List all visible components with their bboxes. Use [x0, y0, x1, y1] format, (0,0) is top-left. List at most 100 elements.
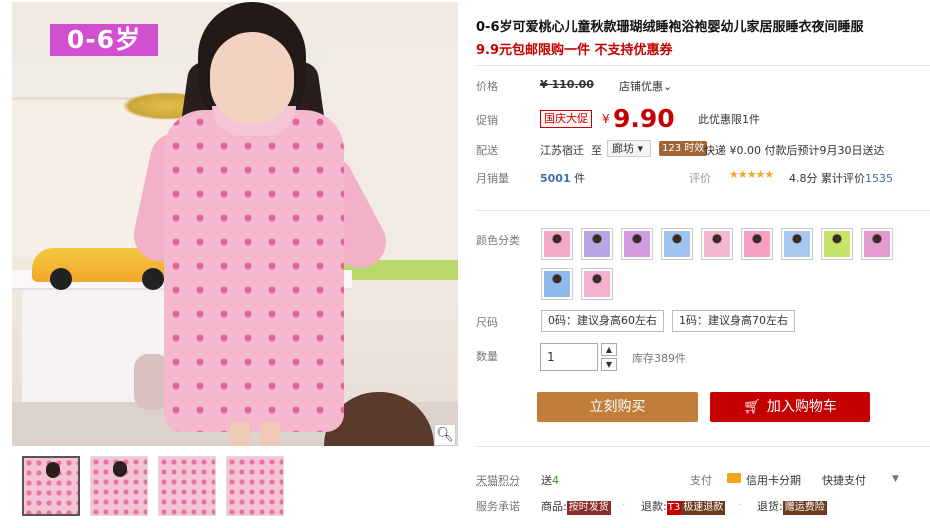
pink-heart-robe: [164, 110, 344, 432]
color-swatch-7[interactable]: [781, 228, 813, 260]
model-girl: [129, 2, 396, 446]
swatch-thumbnail: [864, 231, 890, 257]
thumbnail-1[interactable]: [22, 456, 80, 516]
color-swatch-5[interactable]: [701, 228, 733, 260]
color-swatch-6[interactable]: [741, 228, 773, 260]
model-leg-left: [230, 422, 250, 446]
size-option-1[interactable]: 1码：建议身高70左右: [672, 310, 795, 332]
divider: [476, 446, 930, 447]
color-swatch-list: [541, 228, 930, 300]
ship-to: 至: [591, 144, 602, 157]
reviews-count: 1535: [865, 172, 893, 185]
add-to-cart-label: 加入购物车: [766, 399, 837, 415]
tmall-points-label[interactable]: 天猫积分: [476, 472, 520, 488]
magnifier-icon[interactable]: 🔍︎: [434, 424, 456, 446]
fast-refund-tag[interactable]: 极速退款: [681, 501, 726, 515]
promo-tag: 国庆大促: [540, 110, 592, 128]
on-time-delivery-tag[interactable]: 按时发货: [566, 501, 611, 515]
timed-delivery-badge: 123 时效: [659, 141, 708, 156]
rating-score: 4.8分: [789, 172, 818, 185]
monthly-sales-unit: 件: [574, 172, 586, 185]
color-swatch-4[interactable]: [661, 228, 693, 260]
shipping-insurance-tag[interactable]: 赠运费险: [782, 501, 827, 515]
monthly-sales-count: 5001: [540, 172, 571, 185]
points-value: 4: [552, 474, 559, 487]
main-product-image[interactable]: 0-6岁: [12, 2, 458, 446]
rating-label: 评价: [689, 172, 711, 185]
promo-label: 促销: [476, 114, 498, 127]
t3-icon: T3: [666, 501, 682, 515]
quantity-label: 数量: [476, 350, 498, 363]
thumbnail-head: [46, 462, 60, 478]
points-prefix: 送: [541, 474, 552, 487]
service-refund-label: 退款:: [641, 500, 667, 513]
age-badge: 0-6岁: [50, 24, 158, 56]
add-to-cart-button[interactable]: 🛒︎ 加入购物车: [710, 392, 870, 422]
review-count-link[interactable]: 累计评价1535: [821, 170, 893, 186]
divider: [476, 210, 930, 211]
service-return-label: 退货:: [757, 500, 783, 513]
store-promo-dropdown[interactable]: 店铺优惠⌄: [619, 78, 672, 94]
quick-pay[interactable]: 快捷支付: [822, 472, 866, 488]
thumbnail-head: [113, 461, 127, 477]
thumbnail-3[interactable]: [158, 456, 216, 516]
ship-city-select[interactable]: 廊坊 ▾: [607, 140, 651, 157]
quantity-increase-icon[interactable]: ▲: [601, 343, 617, 356]
service-goods: 商品: 按时发货: [541, 498, 611, 515]
credit-card-icon: [727, 473, 741, 483]
swatch-thumbnail: [584, 231, 610, 257]
color-swatch-1[interactable]: [541, 228, 573, 260]
service-return: 退货: 赠运费险: [757, 498, 827, 515]
model-leg-right: [260, 422, 280, 446]
quantity-decrease-icon[interactable]: ▼: [601, 358, 617, 371]
swatch-thumbnail: [664, 231, 690, 257]
original-price: ¥ 110.00: [540, 78, 594, 91]
swatch-thumbnail: [624, 231, 650, 257]
model-face: [210, 32, 294, 124]
divider: [476, 65, 930, 66]
swatch-thumbnail: [784, 231, 810, 257]
separator-dot: ·: [738, 498, 742, 511]
shipping-info: 快递 ¥0.00 付款后预计9月30日送达: [704, 144, 885, 157]
star-rating-icon: ★★★★★: [729, 168, 774, 181]
swatch-thumbnail: [544, 231, 570, 257]
promo-price: 9.90: [613, 104, 675, 133]
quantity-input[interactable]: [540, 343, 598, 371]
promo-limit: 此优惠限1件: [698, 113, 760, 126]
color-swatch-3[interactable]: [621, 228, 653, 260]
size-option-0[interactable]: 0码：建议身高60左右: [541, 310, 664, 332]
cart-icon: 🛒︎: [743, 399, 761, 415]
original-price-value: ¥ 110.00: [540, 78, 594, 91]
thumbnail-2[interactable]: [90, 456, 148, 516]
separator-dot: ·: [622, 498, 626, 511]
color-label: 颜色分类: [476, 234, 520, 247]
color-swatch-10[interactable]: [541, 268, 573, 300]
promo-currency: ¥: [602, 112, 610, 126]
thumbnail-4[interactable]: [226, 456, 284, 516]
thumbnail-strip: [22, 456, 284, 516]
stock-count: 库存389件: [632, 352, 686, 365]
size-label: 尺码: [476, 316, 498, 329]
payment-label: 支付: [690, 474, 712, 487]
price-label: 价格: [476, 80, 498, 93]
swatch-thumbnail: [584, 271, 610, 297]
swatch-thumbnail: [824, 231, 850, 257]
color-swatch-2[interactable]: [581, 228, 613, 260]
tmall-points: 送4: [541, 472, 559, 488]
color-swatch-9[interactable]: [861, 228, 893, 260]
chevron-down-icon[interactable]: ▼: [892, 474, 899, 484]
swatch-thumbnail: [704, 231, 730, 257]
color-swatch-8[interactable]: [821, 228, 853, 260]
color-swatch-11[interactable]: [581, 268, 613, 300]
credit-installment[interactable]: 信用卡分期: [746, 472, 801, 488]
service-refund: 退款:T3 极速退款: [641, 498, 726, 515]
monthly-sales-label: 月销量: [476, 172, 509, 185]
buy-now-button[interactable]: 立刻购买: [537, 392, 698, 422]
product-page: 0-6岁 🔍︎ 0-6岁可爱桃心儿童秋款珊瑚绒睡袍浴袍婴幼儿家居服睡衣夜间睡服 …: [0, 0, 930, 528]
service-goods-label: 商品:: [541, 500, 567, 513]
shipping-label: 配送: [476, 144, 498, 157]
swatch-thumbnail: [544, 271, 570, 297]
monthly-sales: 5001 件: [540, 170, 585, 186]
service-label: 服务承诺: [476, 500, 520, 513]
reviews-prefix: 累计评价: [821, 172, 865, 185]
